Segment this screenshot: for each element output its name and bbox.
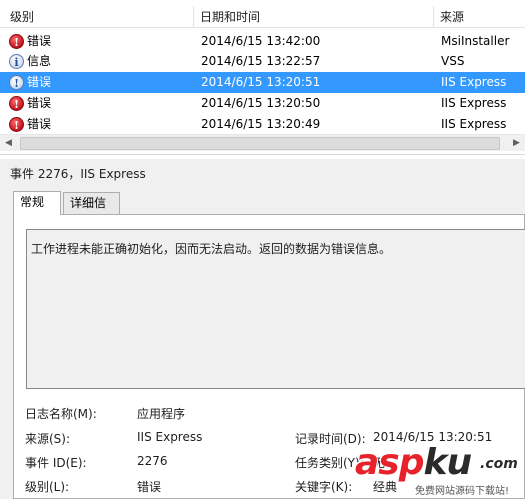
keywords-label: 关键字(K):: [295, 480, 353, 494]
info-icon: i: [9, 54, 24, 69]
event-list-header: 级别 日期和时间 来源: [0, 6, 525, 28]
aspku-watermark: aspku .com 免费网站源码下载站!: [355, 442, 525, 499]
event-level: 错误: [27, 75, 52, 89]
event-message-box[interactable]: 工作进程未能正确初始化，因而无法启动。返回的数据为错误信息。: [26, 229, 525, 389]
event-row[interactable]: ! 错误 2014/6/15 13:20:50 IIS Express: [0, 93, 525, 114]
source-label: 来源(S):: [25, 432, 71, 446]
event-list[interactable]: 级别 日期和时间 来源 ! 错误 2014/6/15 13:42:00 MsiI…: [0, 0, 525, 155]
error-icon: !: [9, 117, 24, 132]
event-row[interactable]: ! 错误 2014/6/15 13:20:49 IIS Express: [0, 114, 525, 135]
watermark-logo: aspku: [355, 442, 473, 483]
event-row-selected[interactable]: ! 错误 2014/6/15 13:20:51 IIS Express: [0, 72, 525, 93]
tab-details[interactable]: 详细信息: [63, 192, 120, 230]
horizontal-scrollbar[interactable]: ◀ ▶: [0, 134, 525, 151]
event-row[interactable]: i 信息 2014/6/15 13:22:57 VSS: [0, 51, 525, 72]
watermark-logo-red: asp: [355, 442, 424, 483]
watermark-logo-dark: ku: [423, 442, 473, 483]
event-id-value: 2276: [137, 454, 168, 468]
event-level: 错误: [27, 117, 52, 131]
event-level: 错误: [27, 34, 52, 48]
event-source: MsiInstaller: [441, 34, 510, 48]
event-datetime: 2014/6/15 13:20:49: [201, 117, 321, 131]
event-level: 错误: [27, 96, 52, 110]
error-icon: !: [9, 34, 24, 49]
error-icon: !: [9, 75, 24, 90]
log-name-label: 日志名称(M):: [25, 407, 97, 421]
watermark-suffix: .com: [480, 456, 518, 472]
event-source: IIS Express: [441, 96, 507, 110]
event-source: VSS: [441, 54, 465, 68]
event-level: 信息: [27, 54, 52, 68]
event-datetime: 2014/6/15 13:42:00: [201, 34, 321, 48]
level-value: 错误: [137, 480, 162, 494]
column-header-datetime[interactable]: 日期和时间: [194, 6, 434, 28]
event-details-title: 事件 2276，IIS Express: [10, 167, 146, 181]
event-datetime: 2014/6/15 13:22:57: [201, 54, 321, 68]
column-header-source[interactable]: 来源: [434, 6, 525, 28]
task-category-label: 任务类别(Y):: [295, 456, 364, 470]
event-source: IIS Express: [441, 75, 507, 89]
event-row[interactable]: ! 错误 2014/6/15 13:42:00 MsiInstaller: [0, 31, 525, 52]
error-icon: !: [9, 96, 24, 111]
column-header-level[interactable]: 级别: [4, 6, 194, 28]
event-id-label: 事件 ID(E):: [25, 456, 87, 470]
scroll-left-icon[interactable]: ◀: [0, 135, 17, 152]
tab-general[interactable]: 常规: [13, 191, 61, 215]
event-datetime: 2014/6/15 13:20:51: [201, 75, 321, 89]
event-message-text: 工作进程未能正确初始化，因而无法启动。返回的数据为错误信息。: [31, 242, 392, 256]
scroll-right-icon[interactable]: ▶: [508, 135, 525, 152]
event-datetime: 2014/6/15 13:20:50: [201, 96, 321, 110]
watermark-tagline: 免费网站源码下载站!: [415, 486, 510, 497]
source-value: IIS Express: [137, 430, 203, 444]
level-label: 级别(L):: [25, 480, 70, 494]
log-name-value: 应用程序: [137, 407, 186, 421]
event-source: IIS Express: [441, 117, 507, 131]
scrollbar-thumb[interactable]: [20, 137, 500, 150]
